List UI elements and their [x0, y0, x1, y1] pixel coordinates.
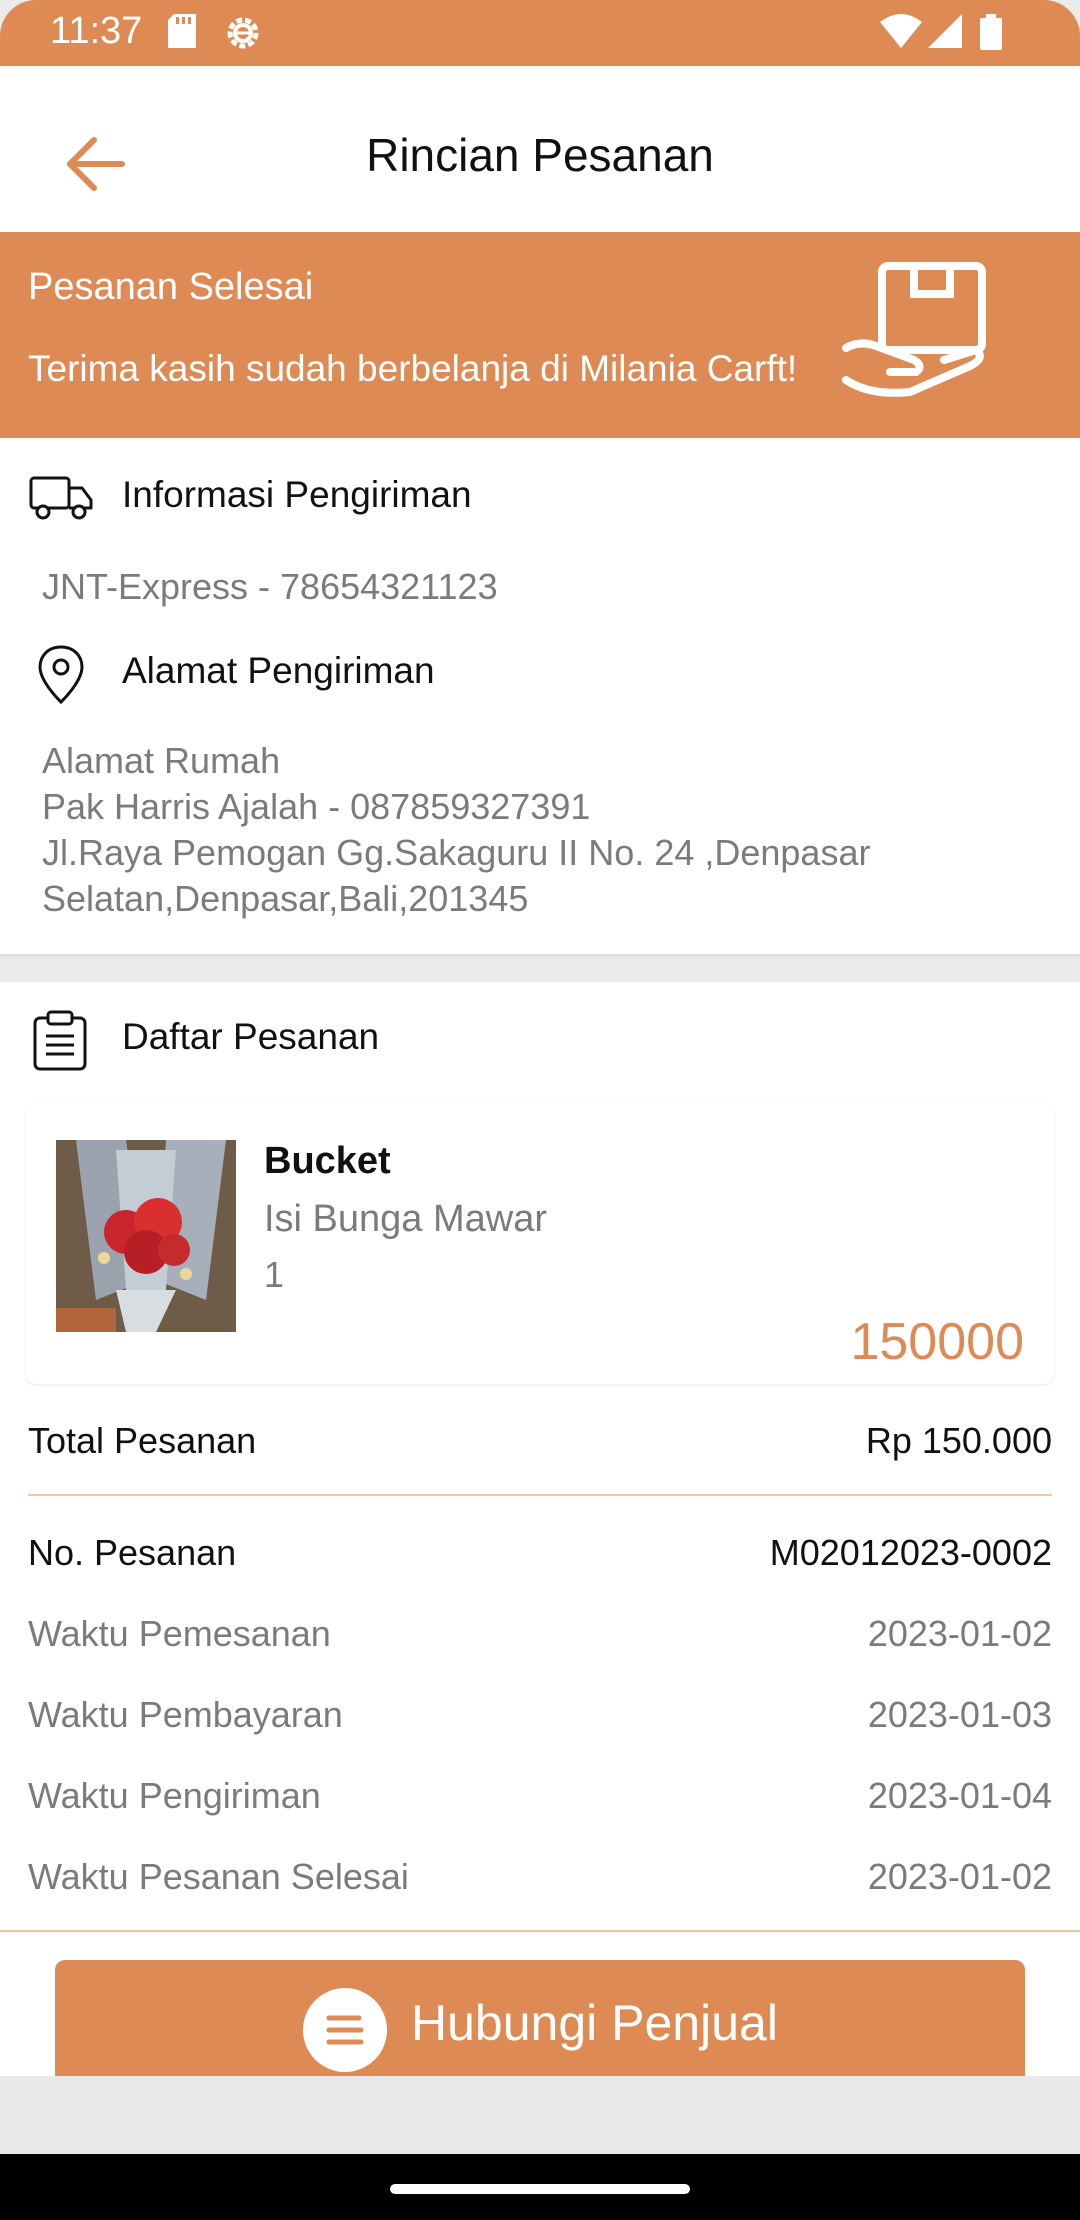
status-bar: 11:37	[0, 0, 1080, 66]
clipboard-icon	[32, 1010, 88, 1077]
address-label: Alamat Pengiriman	[122, 650, 435, 691]
courier-tracking: JNT-Express - 78654321123	[42, 566, 498, 607]
completed-time-value: 2023-01-02	[867, 1856, 1052, 1897]
system-nav-bar	[0, 2154, 1080, 2220]
divider	[28, 1494, 1052, 1496]
shipping-time-label: Waktu Pengiriman	[28, 1775, 321, 1816]
page-title: Rincian Pesanan	[366, 129, 714, 181]
order-time-label: Waktu Pemesanan	[28, 1613, 331, 1654]
app-bar: Rincian Pesanan	[0, 66, 1080, 232]
total-label: Total Pesanan	[28, 1420, 257, 1461]
order-time-value: 2023-01-02	[867, 1613, 1052, 1654]
product-quantity: 1	[264, 1254, 285, 1295]
order-status-title: Pesanan Selesai	[28, 266, 314, 308]
contact-seller-button[interactable]: Hubungi Penjual	[55, 1960, 1025, 2090]
shipping-time-value: 2023-01-04	[867, 1775, 1052, 1816]
status-time: 11:37	[50, 10, 143, 52]
bottom-spacer	[0, 2076, 1080, 2154]
total-value: Rp 150.000	[865, 1420, 1052, 1461]
payment-time-value: 2023-01-03	[867, 1694, 1052, 1735]
address-type: Alamat Rumah	[42, 740, 281, 781]
product-name: Bucket	[264, 1140, 391, 1182]
wifi-icon	[880, 14, 922, 53]
order-item[interactable]: Bucket Isi Bunga Mawar 1 150000	[26, 1104, 1054, 1384]
sd-card-icon	[168, 14, 196, 53]
product-image	[56, 1140, 236, 1332]
hand-package-icon	[840, 262, 990, 407]
product-price: 150000	[850, 1313, 1024, 1371]
address-line-1: Jl.Raya Pemogan Gg.Sakaguru II No. 24 ,D…	[42, 832, 871, 873]
payment-time-label: Waktu Pembayaran	[28, 1694, 343, 1735]
order-status-message: Terima kasih sudah berbelanja di Milania…	[28, 348, 798, 389]
address-recipient: Pak Harris Ajalah - 087859327391	[42, 786, 591, 827]
battery-icon	[980, 14, 1002, 55]
signal-icon	[928, 14, 962, 53]
home-handle[interactable]	[390, 2184, 690, 2194]
contact-seller-label: Hubungi Penjual	[411, 1995, 778, 2051]
order-status-banner: Pesanan Selesai Terima kasih sudah berbe…	[0, 232, 1080, 438]
completed-time-label: Waktu Pesanan Selesai	[28, 1856, 409, 1897]
order-number-label: No. Pesanan	[28, 1532, 237, 1573]
settings-icon	[224, 14, 262, 57]
address-line-2: Selatan,Denpasar,Bali,201345	[42, 878, 529, 919]
divider	[0, 1930, 1080, 1932]
truck-icon	[28, 472, 94, 527]
product-variant: Isi Bunga Mawar	[264, 1198, 548, 1240]
chat-icon	[303, 1988, 387, 2072]
order-list-label: Daftar Pesanan	[122, 1016, 380, 1057]
shipping-info-label: Informasi Pengiriman	[122, 474, 472, 515]
order-card: Daftar Pesanan Bucket Isi Bunga Mawar 1 …	[0, 982, 1080, 2076]
shipping-card: Informasi Pengiriman JNT-Express - 78654…	[0, 438, 1080, 954]
location-pin-icon	[36, 644, 86, 711]
arrow-left-icon	[67, 137, 125, 191]
order-number-value: M02012023-0002	[769, 1532, 1052, 1573]
back-button[interactable]	[60, 128, 132, 200]
